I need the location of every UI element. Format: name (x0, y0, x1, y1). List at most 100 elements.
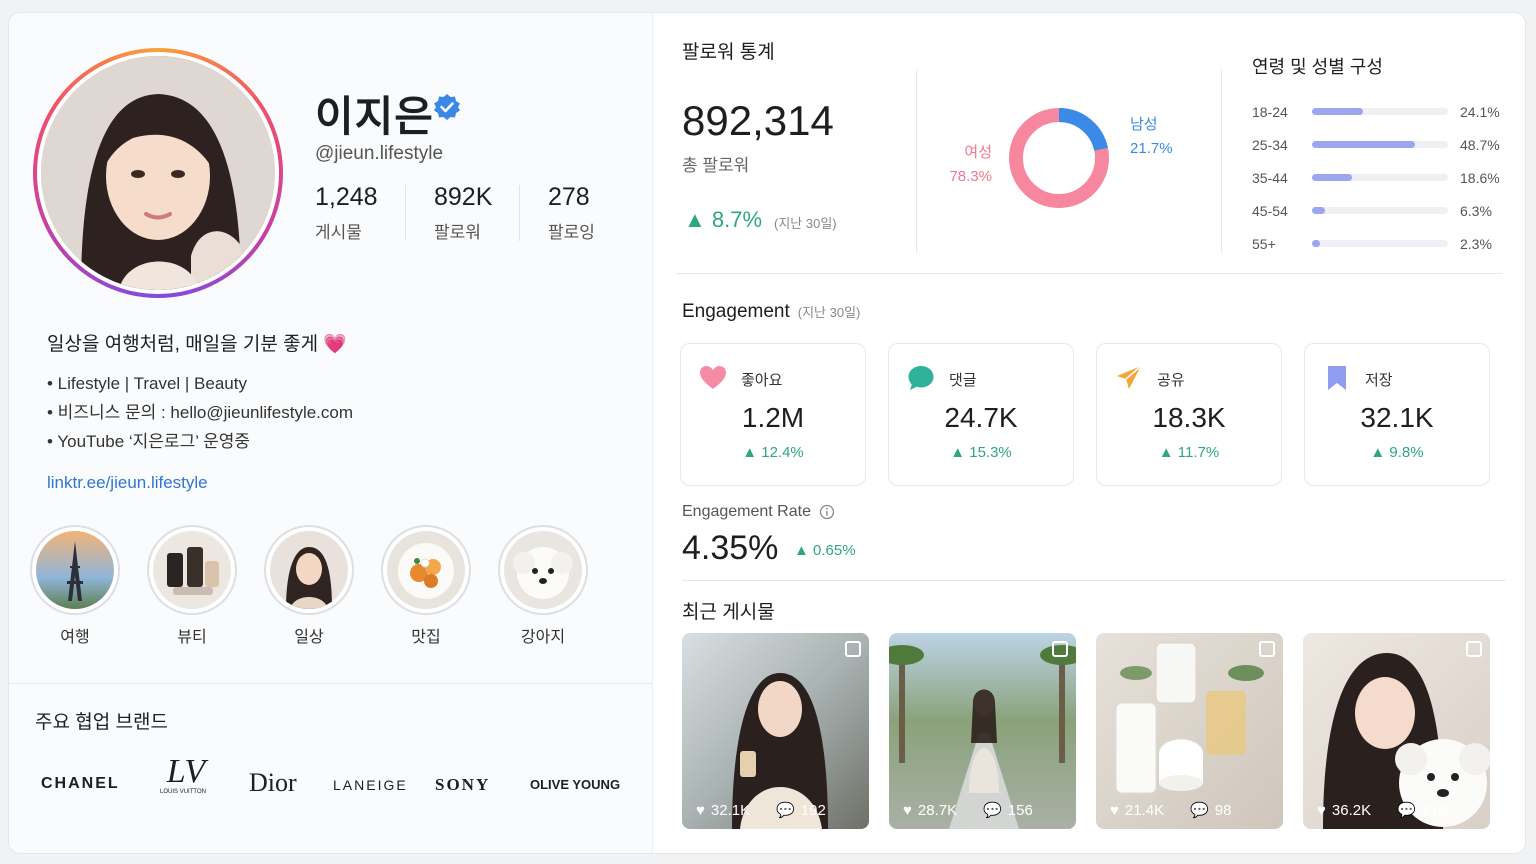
card-value: 1.2M (741, 402, 805, 433)
highlight-puppy[interactable]: 강아지 (497, 525, 589, 647)
brand-sony[interactable]: SONY (435, 775, 490, 795)
male-pct: 21.7% (1130, 140, 1173, 157)
card-change: ▲ 12.4% (742, 444, 804, 461)
engagement-header: Engagement (지난 30일) (682, 301, 860, 323)
card-comments[interactable]: 댓글 24.7K ▲ 15.3% (888, 343, 1074, 486)
total-followers-label: 총 팔로워 (682, 156, 750, 175)
stat-following-label: 팔로잉 (548, 223, 595, 242)
card-change: ▲ 15.3% (950, 444, 1012, 461)
card-change: ▲ 9.8% (1370, 444, 1424, 461)
bio-line: • Lifestyle | Travel | Beauty (47, 374, 247, 393)
highlight-food[interactable]: 맛집 (380, 525, 472, 647)
stat-posts[interactable]: 1,248 게시물 (315, 183, 405, 243)
highlight-label: 뷰티 (177, 629, 207, 646)
bio-headline: 일상을 여행처럼, 매일을 기분 좋게 💗 (47, 334, 348, 355)
engagement-rate-label: Engagement Rate (682, 503, 811, 520)
analytics-panel: 팔로워 통계 892,314 총 팔로워 ▲ 8.7% (지난 30일) 여성 … (654, 13, 1525, 853)
puppy-icon (513, 547, 573, 599)
divider (916, 69, 917, 253)
post-type-icon (1052, 641, 1068, 657)
profile-stats: 1,248 게시물 892K 팔로워 278 팔로잉 (315, 183, 628, 243)
age-bars: 18-24 24.1% 25-34 48.7% 35-44 18.6% 45-5… (1252, 95, 1500, 260)
brand-laneige[interactable]: LANEIGE (333, 777, 408, 793)
post-type-icon (1259, 641, 1275, 657)
brand-olive-young[interactable]: OLIVE YOUNG (530, 777, 620, 792)
card-value: 18.3K (1152, 402, 1226, 433)
age-pct: 2.3% (1460, 235, 1492, 252)
stat-posts-value: 1,248 (315, 183, 378, 211)
card-value: 24.7K (944, 402, 1018, 433)
age-row: 18-24 24.1% (1252, 95, 1500, 128)
highlight-label: 여행 (60, 629, 90, 646)
post-thumbnail[interactable]: ♥ 21.4K 💬 98 (1096, 633, 1283, 829)
comment-icon (908, 366, 934, 390)
highlight-travel[interactable]: 여행 (29, 525, 121, 647)
card-label: 댓글 (949, 372, 977, 389)
brand-louis-vuitton[interactable]: LV LOUIS VUITTON (160, 753, 208, 796)
follower-stats-title: 팔로워 통계 (682, 42, 775, 63)
highlight-beauty[interactable]: 뷰티 (146, 525, 238, 647)
heart-icon (700, 366, 726, 389)
stat-following-value: 278 (548, 183, 590, 211)
post-photo (1115, 642, 1264, 794)
bookmark-icon (1328, 366, 1346, 390)
profile-avatar[interactable] (33, 48, 283, 298)
post-comments: 💬 210 (1397, 801, 1447, 820)
total-followers: 892,314 (682, 97, 834, 144)
engagement-note: (지난 30일) (797, 305, 861, 320)
brand-lv-monogram: LV (166, 753, 206, 790)
card-likes[interactable]: 좋아요 1.2M ▲ 12.4% (680, 343, 866, 486)
female-pct: 78.3% (949, 168, 992, 185)
post-likes: ♥ 32.1K (696, 801, 751, 819)
age-row: 45-54 6.3% (1252, 194, 1500, 227)
post-photo (1323, 653, 1490, 829)
post-likes: ♥ 28.7K (903, 801, 958, 819)
verified-badge-icon (434, 94, 460, 120)
divider (9, 683, 652, 684)
card-shares[interactable]: 공유 18.3K ▲ 11.7% (1096, 343, 1282, 486)
eiffel-tower-icon (67, 541, 83, 601)
post-thumbnail[interactable]: ♥ 32.1K 💬 192 (682, 633, 869, 829)
age-range: 55+ (1252, 235, 1276, 252)
food-plate-icon (398, 543, 454, 599)
info-icon[interactable] (819, 504, 835, 520)
age-pct: 6.3% (1460, 202, 1492, 219)
post-photo (732, 673, 828, 829)
age-pct: 24.1% (1460, 103, 1500, 120)
post-type-icon (1466, 641, 1482, 657)
age-title: 연령 및 성별 구성 (1252, 57, 1383, 77)
age-bar (1312, 207, 1326, 214)
post-meta: ♥ 36.2K 💬 210 (1317, 801, 1447, 820)
age-bar (1312, 108, 1364, 115)
engagement-cards: 좋아요 1.2M ▲ 12.4% 댓글 24.7K ▲ 15.3% 공유 18.… (680, 343, 1490, 486)
post-meta: ♥ 21.4K 💬 98 (1110, 801, 1231, 820)
bio-lines: • Lifestyle | Travel | Beauty • 비즈니스 문의 … (47, 369, 353, 456)
recent-posts-title: 최근 게시물 (682, 602, 775, 623)
brand-dior[interactable]: Dior (249, 768, 297, 798)
cosmetics-icon (167, 547, 219, 595)
post-meta: ♥ 28.7K 💬 156 (903, 801, 1033, 820)
post-meta: ♥ 32.1K 💬 192 (696, 801, 826, 820)
card-label: 저장 (1365, 372, 1393, 389)
card-saves[interactable]: 저장 32.1K ▲ 9.8% (1304, 343, 1490, 486)
story-highlights: 여행 뷰티 일상 맛집 강아지 (29, 525, 589, 647)
card-change: ▲ 11.7% (1158, 444, 1220, 461)
post-comments: 💬 156 (983, 801, 1033, 820)
dashboard-frame: 이지은 @jieun.lifestyle 1,248 게시물 892K 팔로워 … (8, 12, 1526, 854)
profile-link[interactable]: linktr.ee/jieun.lifestyle (47, 473, 208, 493)
highlight-daily[interactable]: 일상 (263, 525, 355, 647)
stat-divider (519, 185, 520, 241)
age-range: 25-34 (1252, 136, 1288, 153)
highlight-label: 강아지 (520, 629, 566, 646)
age-row: 25-34 48.7% (1252, 128, 1500, 161)
post-thumbnail[interactable]: ♥ 36.2K 💬 210 (1303, 633, 1490, 829)
age-bar (1312, 141, 1416, 148)
post-thumbnail[interactable]: ♥ 28.7K 💬 156 (889, 633, 1076, 829)
stat-followers[interactable]: 892K 팔로워 (434, 183, 519, 243)
engagement-rate: 4.35% (682, 529, 779, 567)
engagement-rate-label-row: Engagement Rate (682, 503, 835, 521)
follower-growth: ▲ 8.7% (684, 207, 763, 232)
brand-chanel[interactable]: CHANEL (41, 775, 120, 793)
post-comments: 💬 192 (776, 801, 826, 820)
stat-following[interactable]: 278 팔로잉 (548, 183, 628, 243)
